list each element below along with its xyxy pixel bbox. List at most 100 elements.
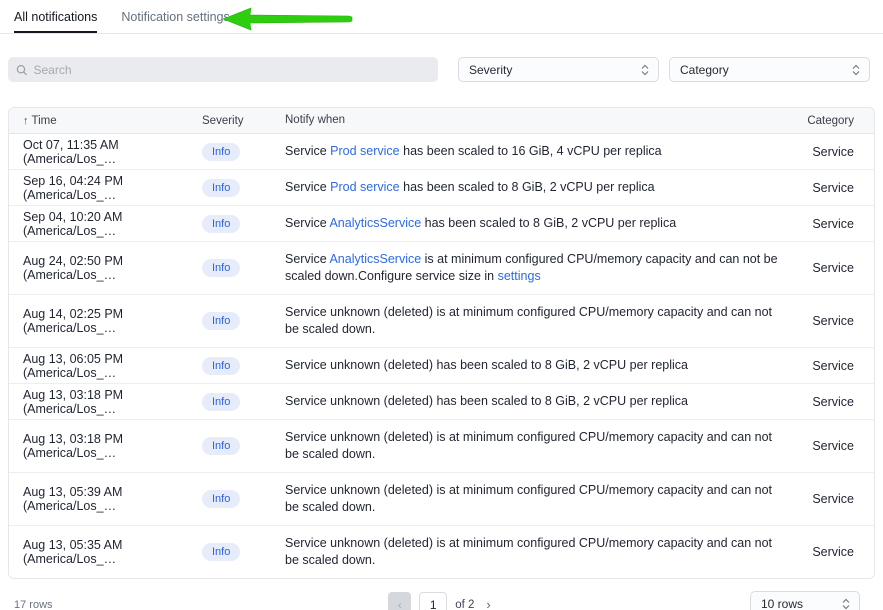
notify-cell: Service AnalyticsService has been scaled… bbox=[285, 206, 796, 241]
category-cell: Service bbox=[796, 145, 874, 159]
filters-bar: Severity Category bbox=[8, 57, 870, 82]
category-cell: Service bbox=[796, 217, 874, 231]
category-cell: Service bbox=[796, 395, 874, 409]
table-row: Aug 13, 05:35 AM (America/Los_…Info Servi… bbox=[9, 526, 874, 578]
severity-badge: Info bbox=[202, 179, 240, 197]
notifications-table: ↑Time Severity Notify when Category Oct … bbox=[8, 107, 875, 579]
severity-select[interactable]: Severity bbox=[458, 57, 659, 82]
severity-badge: Info bbox=[202, 490, 240, 508]
table-row: Aug 13, 06:05 PM (America/Los_…InfoServi… bbox=[9, 348, 874, 384]
severity-badge: Info bbox=[202, 143, 240, 161]
category-cell: Service bbox=[796, 545, 874, 559]
time-cell: Aug 14, 02:25 PM (America/Los_… bbox=[9, 307, 202, 335]
notify-cell: Service unknown (deleted) has been scale… bbox=[285, 348, 796, 383]
time-cell: Aug 13, 05:39 AM (America/Los_… bbox=[9, 485, 202, 513]
category-cell: Service bbox=[796, 492, 874, 506]
notify-text: Service unknown (deleted) is at minimum … bbox=[285, 429, 780, 463]
notify-text: Service unknown (deleted) has been scale… bbox=[285, 393, 780, 410]
time-cell: Aug 13, 03:18 PM (America/Los_… bbox=[9, 388, 202, 416]
table-row: Oct 07, 11:35 AM (America/Los_…Info Servi… bbox=[9, 134, 874, 170]
category-cell: Service bbox=[796, 314, 874, 328]
time-cell: Aug 13, 03:18 PM (America/Los_… bbox=[9, 432, 202, 460]
search-box bbox=[8, 57, 438, 82]
severity-cell: Info bbox=[202, 215, 285, 233]
tab-notification-settings[interactable]: Notification settings bbox=[121, 10, 229, 33]
table-footer: 17 rows ‹ of 2 › 10 rows bbox=[0, 579, 883, 610]
tab-bar: All notifications Notification settings bbox=[0, 0, 883, 34]
notify-cell: Service AnalyticsService is at minimum c… bbox=[285, 242, 796, 294]
search-icon bbox=[16, 64, 28, 76]
time-cell: Oct 07, 11:35 AM (America/Los_… bbox=[9, 138, 202, 166]
tab-all-notifications[interactable]: All notifications bbox=[14, 10, 97, 33]
notify-cell: Service unknown (deleted) is at minimum … bbox=[285, 420, 796, 472]
category-cell: Service bbox=[796, 439, 874, 453]
severity-cell: Info bbox=[202, 393, 285, 411]
page-input[interactable] bbox=[419, 592, 447, 610]
sort-ascending-icon: ↑ bbox=[23, 115, 29, 127]
notify-cell: Service unknown (deleted) is at minimum … bbox=[285, 295, 796, 347]
green-arrow-icon bbox=[221, 6, 355, 32]
page-size-select[interactable]: 10 rows bbox=[750, 591, 860, 610]
table-row: Sep 16, 04:24 PM (America/Los_…Info Servi… bbox=[9, 170, 874, 206]
message-link[interactable]: settings bbox=[498, 269, 541, 283]
severity-badge: Info bbox=[202, 357, 240, 375]
severity-badge: Info bbox=[202, 437, 240, 455]
chevron-updown-icon bbox=[842, 598, 850, 610]
severity-badge: Info bbox=[202, 312, 240, 330]
severity-select-label: Severity bbox=[469, 63, 512, 77]
severity-cell: Info bbox=[202, 357, 285, 375]
col-severity-header: Severity bbox=[202, 115, 285, 127]
message-link[interactable]: AnalyticsService bbox=[329, 252, 421, 266]
notify-text: Service AnalyticsService is at minimum c… bbox=[285, 251, 780, 285]
severity-cell: Info bbox=[202, 543, 285, 561]
notify-text: Service unknown (deleted) is at minimum … bbox=[285, 304, 780, 338]
severity-cell: Info bbox=[202, 312, 285, 330]
col-notify-when-header: Notify when bbox=[285, 113, 796, 129]
notify-text: Service Prod service has been scaled to … bbox=[285, 143, 780, 160]
table-row: Aug 24, 02:50 PM (America/Los_…InfoServi… bbox=[9, 242, 874, 295]
table-row: Aug 14, 02:25 PM (America/Los_…Info Servi… bbox=[9, 295, 874, 348]
col-category-header: Category bbox=[796, 115, 874, 127]
time-cell: Aug 24, 02:50 PM (America/Los_… bbox=[9, 254, 202, 282]
notify-text: Service unknown (deleted) is at minimum … bbox=[285, 482, 780, 516]
notify-text: Service unknown (deleted) is at minimum … bbox=[285, 535, 780, 569]
category-cell: Service bbox=[796, 359, 874, 373]
category-select-label: Category bbox=[680, 63, 729, 77]
notify-text: Service AnalyticsService has been scaled… bbox=[285, 215, 780, 232]
severity-cell: Info bbox=[202, 490, 285, 508]
severity-badge: Info bbox=[202, 543, 240, 561]
chevron-updown-icon bbox=[852, 64, 860, 76]
table-row: Aug 13, 03:18 PM (America/Los_…Info Servi… bbox=[9, 384, 874, 420]
category-cell: Service bbox=[796, 181, 874, 195]
chevron-right-icon: › bbox=[486, 597, 490, 610]
category-select[interactable]: Category bbox=[669, 57, 870, 82]
message-link[interactable]: Prod service bbox=[330, 144, 399, 158]
time-cell: Sep 16, 04:24 PM (America/Los_… bbox=[9, 174, 202, 202]
notify-text: Service Prod service has been scaled to … bbox=[285, 179, 780, 196]
severity-cell: Info bbox=[202, 259, 285, 277]
table-row: Sep 04, 10:20 AM (America/Los_…Info Servi… bbox=[9, 206, 874, 242]
notify-cell: Service unknown (deleted) is at minimum … bbox=[285, 526, 796, 578]
message-link[interactable]: AnalyticsService bbox=[329, 216, 421, 230]
table-row: Aug 13, 05:39 AM (America/Los_…Info Servi… bbox=[9, 473, 874, 526]
severity-cell: Info bbox=[202, 143, 285, 161]
notify-text: Service unknown (deleted) has been scale… bbox=[285, 357, 780, 374]
page-total-label: of 2 bbox=[455, 599, 474, 610]
severity-badge: Info bbox=[202, 215, 240, 233]
notify-cell: Service Prod service has been scaled to … bbox=[285, 134, 796, 169]
severity-badge: Info bbox=[202, 393, 240, 411]
chevron-updown-icon bbox=[641, 64, 649, 76]
table-header: ↑Time Severity Notify when Category bbox=[9, 108, 874, 134]
time-cell: Aug 13, 05:35 AM (America/Los_… bbox=[9, 538, 202, 566]
message-link[interactable]: Prod service bbox=[330, 180, 399, 194]
col-time-header[interactable]: ↑Time bbox=[9, 115, 202, 127]
table-body: Oct 07, 11:35 AM (America/Los_…InfoServi… bbox=[9, 134, 874, 578]
chevron-left-icon: ‹ bbox=[398, 598, 402, 610]
page-size-label: 10 rows bbox=[761, 597, 803, 610]
prev-page-button[interactable]: ‹ bbox=[388, 592, 411, 610]
category-cell: Service bbox=[796, 261, 874, 275]
search-input[interactable] bbox=[34, 63, 431, 77]
time-cell: Sep 04, 10:20 AM (America/Los_… bbox=[9, 210, 202, 238]
next-page-button[interactable]: › bbox=[482, 595, 494, 610]
severity-cell: Info bbox=[202, 179, 285, 197]
